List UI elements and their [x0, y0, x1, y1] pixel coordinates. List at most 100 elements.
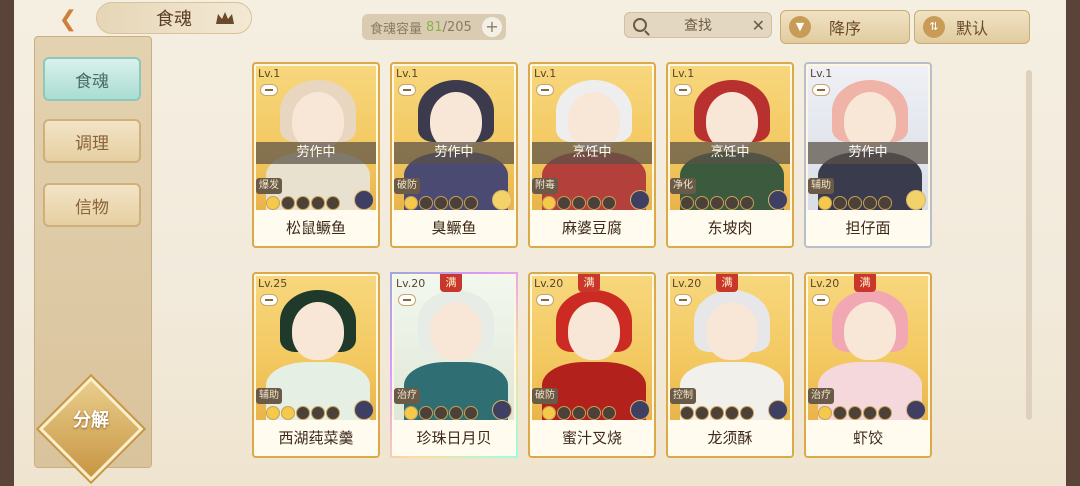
star-icon [266, 196, 280, 210]
scrollbar[interactable] [1026, 70, 1032, 420]
capacity-label: 食魂容量 [370, 21, 423, 37]
lock-toggle-icon[interactable] [260, 84, 278, 96]
star-icon [464, 406, 478, 420]
character-name: 东坡肉 [668, 210, 792, 246]
character-name: 松鼠鳜鱼 [254, 210, 378, 246]
star-icon [602, 406, 616, 420]
level-label: Lv.1 [810, 67, 833, 80]
tab-food-souls[interactable]: 食魂 [43, 57, 141, 101]
sort-toggle-icon: ⇅ [923, 16, 945, 38]
star-icon [434, 196, 448, 210]
star-rating [680, 406, 754, 420]
star-icon [833, 196, 847, 210]
max-level-badge: 满 [854, 274, 876, 292]
lock-toggle-icon[interactable] [260, 294, 278, 306]
level-label: Lv.20 [672, 277, 702, 290]
lock-toggle-icon[interactable] [536, 294, 554, 306]
character-name: 臭鳜鱼 [392, 210, 516, 246]
max-level-badge: 满 [716, 274, 738, 292]
tab-conditioning[interactable]: 调理 [43, 119, 141, 163]
character-name: 虾饺 [806, 420, 930, 456]
light-element-icon [906, 190, 926, 210]
character-face [844, 302, 896, 360]
star-icon [602, 196, 616, 210]
decompose-label[interactable]: 分解 [54, 406, 128, 436]
star-icon [542, 406, 556, 420]
dark-element-icon [354, 400, 374, 420]
star-icon [878, 196, 892, 210]
star-icon [266, 406, 280, 420]
level-label: Lv.20 [810, 277, 840, 290]
star-icon [833, 406, 847, 420]
food-soul-card[interactable]: Lv.25 辅助 西湖莼菜羹 [252, 272, 380, 458]
star-icon [725, 406, 739, 420]
star-icon [419, 196, 433, 210]
capacity-display: 食魂容量 81 /205 + [362, 14, 506, 40]
back-icon[interactable]: ❮ [48, 6, 88, 32]
star-icon [740, 406, 754, 420]
food-soul-card[interactable]: Lv.1 烹饪中 净化 东坡肉 [666, 62, 794, 248]
role-tag: 治疗 [394, 388, 420, 404]
capacity-total: /205 [442, 19, 472, 35]
star-icon [311, 406, 325, 420]
star-rating [542, 406, 616, 420]
dark-element-icon [768, 190, 788, 210]
star-rating [818, 406, 892, 420]
star-icon [557, 406, 571, 420]
role-tag: 辅助 [808, 178, 834, 194]
star-icon [542, 196, 556, 210]
status-bar: 烹饪中 [670, 142, 790, 164]
star-icon [572, 406, 586, 420]
level-label: Lv.1 [258, 67, 281, 80]
role-tag: 破防 [394, 178, 420, 194]
close-icon[interactable]: ✕ [752, 16, 765, 35]
character-face [706, 302, 758, 360]
star-icon [296, 406, 310, 420]
search-label: 查找 [684, 18, 712, 34]
star-icon [695, 406, 709, 420]
role-tag: 破防 [532, 388, 558, 404]
dark-element-icon [492, 400, 512, 420]
level-label: Lv.20 [534, 277, 564, 290]
role-tag: 净化 [670, 178, 696, 194]
star-icon [863, 196, 877, 210]
food-soul-card[interactable]: Lv.1 劳作中 破防 臭鳜鱼 [390, 62, 518, 248]
sort-button[interactable]: ▼ 降序 [780, 10, 910, 44]
role-tag: 附毒 [532, 178, 558, 194]
level-label: Lv.1 [534, 67, 557, 80]
lock-toggle-icon[interactable] [812, 84, 830, 96]
lock-toggle-icon[interactable] [674, 84, 692, 96]
crown-icon[interactable] [214, 10, 236, 26]
tab-tokens[interactable]: 信物 [43, 183, 141, 227]
character-name: 蜜汁叉烧 [530, 420, 654, 456]
lock-toggle-icon[interactable] [674, 294, 692, 306]
dark-element-icon [354, 190, 374, 210]
lock-toggle-icon[interactable] [812, 294, 830, 306]
star-rating [818, 196, 892, 210]
lock-toggle-icon[interactable] [536, 84, 554, 96]
food-soul-card[interactable]: Lv.20 满治疗 虾饺 [804, 272, 932, 458]
role-tag: 控制 [670, 388, 696, 404]
dark-element-icon [906, 400, 926, 420]
food-soul-card[interactable]: Lv.1 劳作中 辅助 担仔面 [804, 62, 932, 248]
star-icon [404, 406, 418, 420]
star-icon [311, 196, 325, 210]
food-soul-card[interactable]: Lv.20 满破防 蜜汁叉烧 [528, 272, 656, 458]
lock-toggle-icon[interactable] [398, 294, 416, 306]
character-name: 麻婆豆腐 [530, 210, 654, 246]
dark-element-icon [630, 190, 650, 210]
food-soul-card[interactable]: Lv.20 满治疗 珍珠日月贝 [390, 272, 518, 458]
star-icon [434, 406, 448, 420]
lock-toggle-icon[interactable] [398, 84, 416, 96]
character-face [430, 302, 482, 360]
food-soul-card[interactable]: Lv.1 烹饪中 附毒 麻婆豆腐 [528, 62, 656, 248]
default-filter-button[interactable]: ⇅ 默认 [914, 10, 1030, 44]
character-name: 西湖莼菜羹 [254, 420, 378, 456]
dark-element-icon [630, 400, 650, 420]
right-frame [1066, 0, 1080, 486]
star-icon [863, 406, 877, 420]
food-soul-card[interactable]: Lv.1 劳作中 爆发 松鼠鳜鱼 [252, 62, 380, 248]
food-soul-card[interactable]: Lv.20 满控制 龙须酥 [666, 272, 794, 458]
add-capacity-button[interactable]: + [482, 17, 502, 37]
search-input[interactable]: 查找 ✕ [624, 12, 772, 38]
